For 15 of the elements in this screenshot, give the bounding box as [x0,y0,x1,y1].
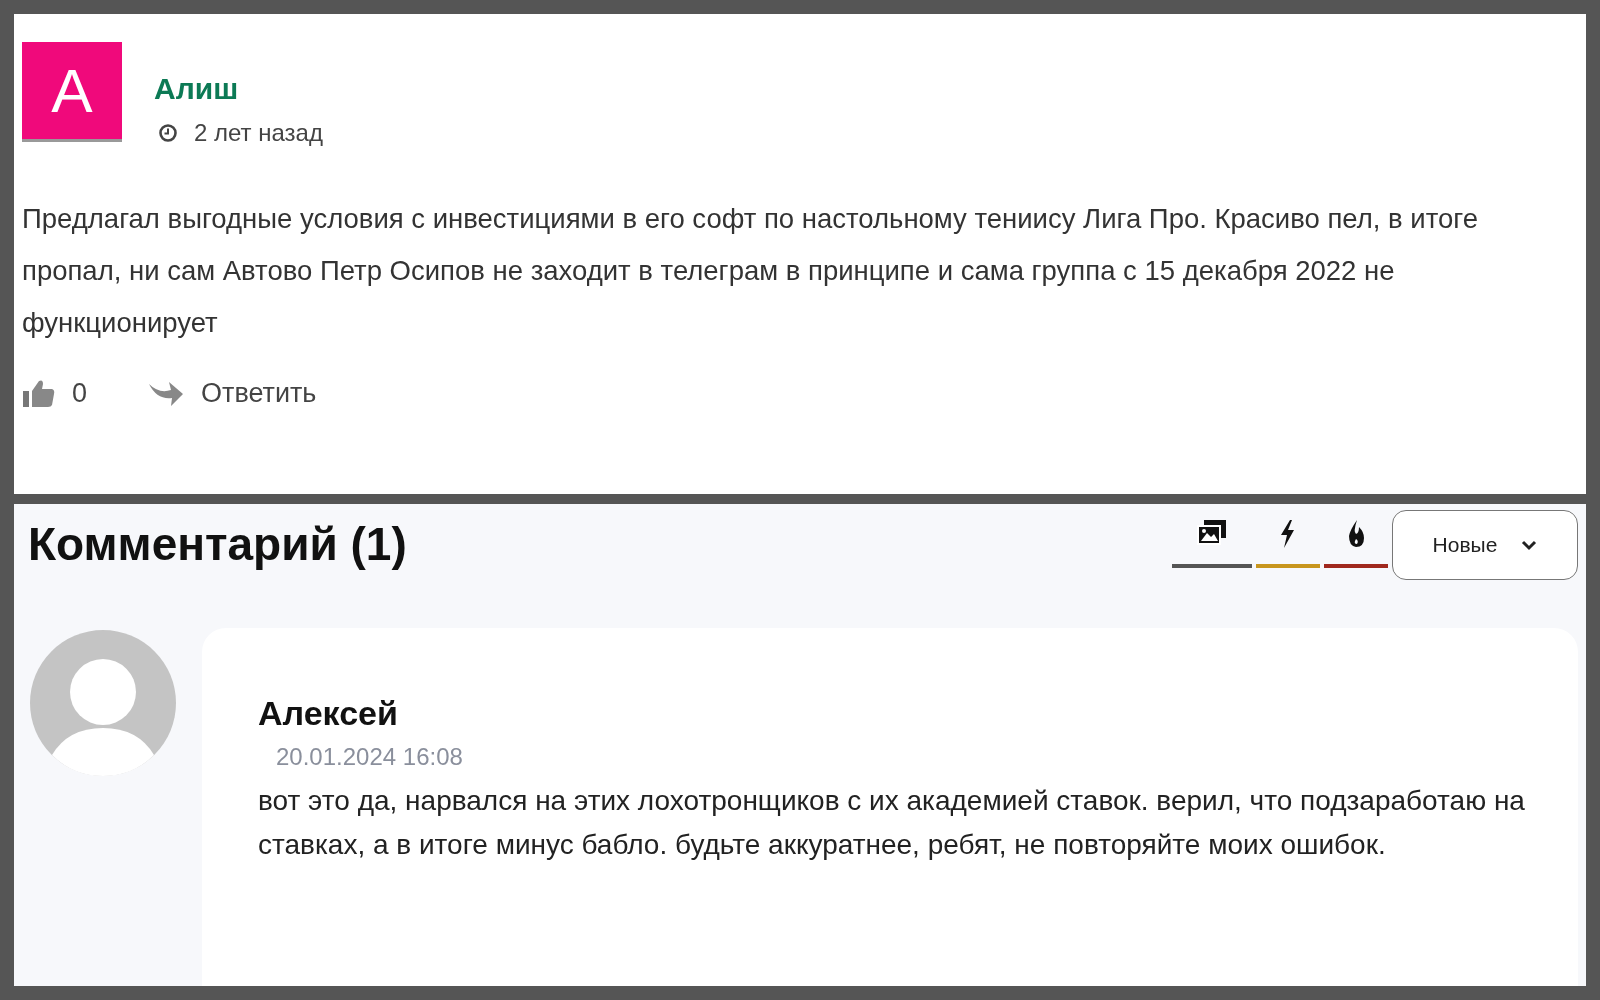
reply-button[interactable]: Ответить [147,373,317,414]
comment-date: 20.01.2024 16:08 [276,743,463,770]
avatar-letter: А [22,42,122,142]
thumbs-up-icon[interactable] [22,377,56,410]
commenter-name: Алексей [258,693,399,734]
sort-dropdown[interactable]: Новые [1392,510,1578,580]
post-time: 2 лет назад [194,118,323,148]
chevron-down-icon [1521,539,1538,551]
section-title: Комментарий (1) [28,517,407,572]
like-count: 0 [72,377,88,410]
user-avatar-icon [28,628,178,778]
clock-icon [158,123,178,143]
author-name: Алиш [154,71,240,107]
comment-text: вот это да, нарвался на этих лохотронщиков с их академией ставок. верил, что подзаработаю на ставках, а в итоге минус бабло. будьте аккуратнее, ребят, не повторяйте моих ошибок. [258,784,1526,862]
review-text: Предлагал выгодные условия с инвестициями в его софт по настольному тениису Лига Про. Красиво пел, в итоге пропал, ни сам Автово Петр Осипов не заходит в телеграм в принципе и сама группа с 15 декабря 2022 не функционирует [22,202,1479,340]
